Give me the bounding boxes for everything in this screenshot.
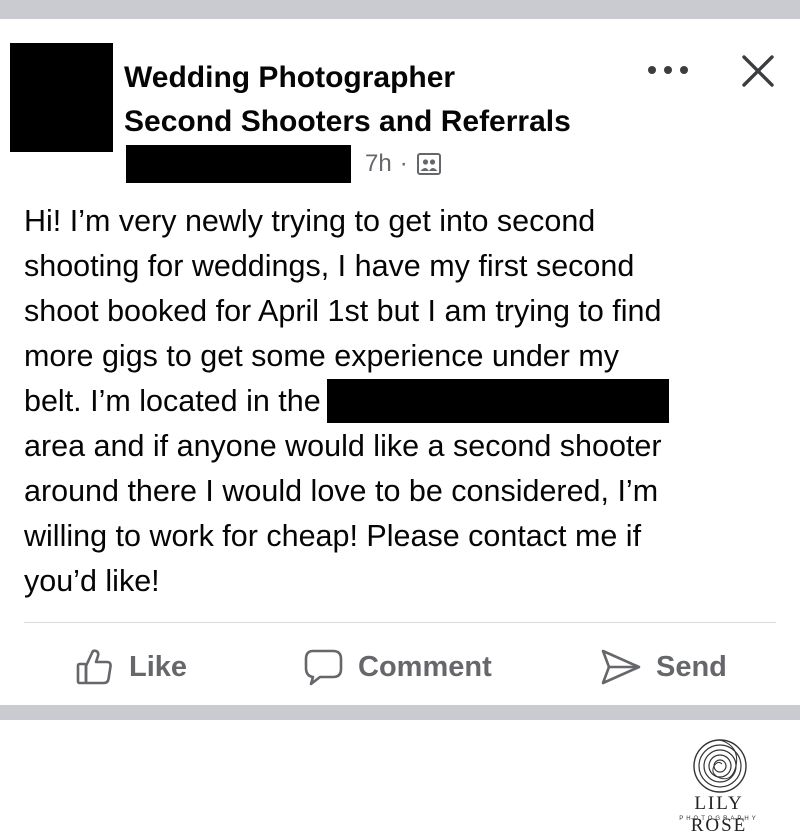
group-avatar-redacted[interactable] — [10, 43, 113, 152]
meta-separator: · — [399, 150, 408, 177]
action-divider — [24, 622, 776, 623]
like-button[interactable]: Like — [75, 647, 187, 687]
group-icon — [416, 151, 442, 177]
send-button[interactable]: Send — [600, 647, 727, 687]
post-line: area and if anyone would like a second s… — [24, 429, 662, 463]
comment-bubble-icon — [304, 649, 343, 686]
thumbs-up-icon — [76, 649, 112, 685]
comment-button[interactable]: Comment — [302, 647, 492, 687]
post-line: you’d like! — [24, 564, 160, 598]
post-meta: 7h · — [126, 145, 442, 183]
like-label: Like — [129, 650, 188, 683]
spiral-logo-icon — [693, 739, 747, 793]
send-arrow-icon — [601, 649, 641, 685]
group-name-link[interactable]: Wedding Photographer Second Shooters and… — [124, 56, 644, 144]
more-options-button[interactable] — [648, 57, 688, 83]
post-line-with-redaction: belt. I’m located in the — [24, 379, 784, 424]
post-line: willing to work for cheap! Please contac… — [24, 519, 642, 553]
post-body: Hi! I’m very newly trying to get into se… — [24, 199, 784, 604]
watermark: LILY ROSE PHOTOGRAPHY — [664, 738, 774, 836]
author-name-redacted[interactable] — [126, 145, 351, 183]
comment-label: Comment — [358, 650, 492, 683]
watermark-name: LILY ROSE — [690, 793, 748, 836]
post-line: belt. I’m located in the — [24, 384, 321, 418]
post-timestamp[interactable]: 7h — [365, 150, 392, 178]
close-button[interactable] — [738, 51, 778, 91]
more-horizontal-icon — [648, 66, 656, 74]
send-label: Send — [656, 650, 727, 683]
watermark-subtitle: PHOTOGRAPHY — [679, 816, 759, 822]
post-line: shooting for weddings, I have my first s… — [24, 249, 635, 283]
close-icon — [742, 55, 774, 87]
post-line: shoot booked for April 1st but I am tryi… — [24, 294, 662, 328]
location-redacted — [326, 379, 669, 423]
post-line: more gigs to get some experience under m… — [24, 339, 620, 373]
feed-separator-bottom — [0, 705, 800, 720]
post-line: Hi! I’m very newly trying to get into se… — [24, 204, 596, 238]
feed-separator-top — [0, 0, 800, 19]
post-card: Wedding Photographer Second Shooters and… — [0, 19, 800, 705]
post-line: around there I would love to be consider… — [24, 474, 659, 508]
group-name-line-1: Wedding Photographer — [124, 61, 456, 94]
group-name-line-2: Second Shooters and Referrals — [124, 105, 571, 138]
